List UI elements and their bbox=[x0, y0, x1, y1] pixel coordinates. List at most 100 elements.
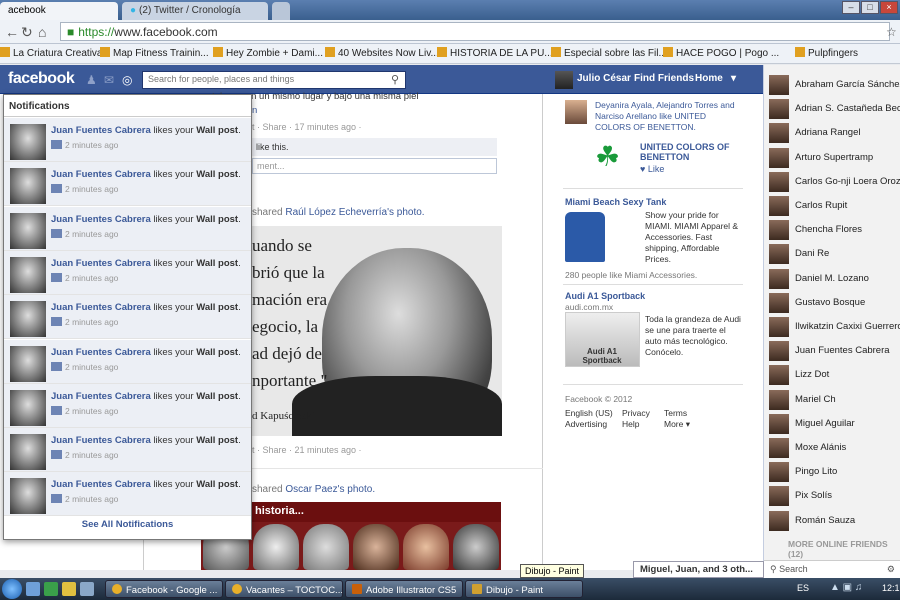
messages-icon[interactable]: ✉ bbox=[104, 73, 114, 87]
taskbar-item[interactable]: Adobe Illustrator CS5 bbox=[345, 580, 463, 598]
notification-item[interactable]: Juan Fuentes Cabrera likes your Wall pos… bbox=[4, 383, 251, 428]
profile-link[interactable]: Julio César bbox=[577, 73, 631, 84]
chat-friend-item[interactable]: Pix Solís bbox=[769, 486, 899, 508]
chat-friend-item[interactable]: Chencha Flores bbox=[769, 220, 899, 242]
post-actions[interactable]: t · Share · 21 minutes ago · bbox=[252, 445, 362, 455]
bookmark-item[interactable]: Pulpfingers bbox=[795, 47, 858, 59]
like-button[interactable]: ♥ Like bbox=[640, 164, 664, 174]
post-link[interactable]: n bbox=[252, 105, 257, 116]
more-online-friends[interactable]: MORE ONLINE FRIENDS (12) bbox=[788, 539, 900, 559]
chat-friend-item[interactable]: Román Sauza bbox=[769, 510, 899, 533]
star-icon[interactable]: ☆ bbox=[886, 23, 897, 41]
shared-person-link[interactable]: Oscar Paez bbox=[285, 484, 337, 495]
notification-item[interactable]: Juan Fuentes Cabrera likes your Wall pos… bbox=[4, 472, 251, 517]
tray-icons[interactable]: ▲ ▣ ♫ bbox=[830, 582, 862, 593]
help-link[interactable]: Help bbox=[622, 419, 639, 430]
chat-friend-item[interactable]: Mariel Ch bbox=[769, 389, 899, 412]
notification-item[interactable]: Juan Fuentes Cabrera likes your Wall pos… bbox=[4, 118, 251, 162]
gear-icon[interactable]: ⚙ bbox=[887, 564, 895, 575]
avatar bbox=[10, 434, 46, 471]
address-bar[interactable]: ■ https://www.facebook.com bbox=[60, 22, 890, 41]
chat-friend-item[interactable]: Dani Re bbox=[769, 244, 899, 266]
tab-twitter[interactable]: ● (2) Twitter / Cronología bbox=[122, 2, 268, 20]
chat-friend-item[interactable]: Daniel M. Lozano bbox=[769, 268, 899, 291]
chat-friend-item[interactable]: Juan Fuentes Cabrera bbox=[769, 341, 899, 363]
ad-image[interactable]: Audi A1 Sportback bbox=[565, 312, 640, 367]
more-link[interactable]: More ▾ bbox=[664, 419, 690, 430]
notification-item[interactable]: Juan Fuentes Cabrera likes your Wall pos… bbox=[4, 295, 251, 340]
taskbar-item[interactable]: Dibujo - Paint bbox=[465, 580, 583, 598]
see-all-notifications-link[interactable]: See All Notifications bbox=[4, 519, 251, 530]
shared-photo[interactable]: uando se brió que la mación era egocio, … bbox=[252, 226, 502, 436]
bookmark-item[interactable]: Map Fitness Trainin... bbox=[100, 47, 209, 59]
close-window-button[interactable]: × bbox=[880, 1, 898, 14]
privacy-link[interactable]: Privacy bbox=[622, 408, 650, 419]
shared-person-link[interactable]: Raúl López Echeverría bbox=[285, 207, 387, 218]
chat-friend-item[interactable]: Abraham García Sánchez bbox=[769, 75, 900, 97]
notification-item[interactable]: Juan Fuentes Cabrera likes your Wall pos… bbox=[4, 250, 251, 295]
chat-friend-item[interactable]: Arturo Supertramp bbox=[769, 147, 899, 170]
app-icon[interactable] bbox=[80, 582, 94, 596]
taskbar-item[interactable]: Facebook - Google ... bbox=[105, 580, 223, 598]
ad-title[interactable]: Audi A1 Sportback bbox=[565, 291, 645, 301]
bookmark-item[interactable]: 40 Websites Now Liv... bbox=[325, 47, 439, 59]
language-indicator[interactable]: ES bbox=[797, 583, 809, 593]
notification-item[interactable]: Juan Fuentes Cabrera likes your Wall pos… bbox=[4, 428, 251, 473]
taskbar-item[interactable]: Vacantes – TOCTOC... bbox=[225, 580, 343, 598]
chat-friend-item[interactable]: Pingo Lito bbox=[769, 462, 899, 484]
notifications-icon[interactable]: ◎ bbox=[122, 73, 132, 87]
comment-input[interactable]: ment... bbox=[252, 158, 497, 174]
friend-requests-icon[interactable]: ♟ bbox=[86, 73, 97, 87]
find-friends-link[interactable]: Find Friends bbox=[634, 73, 694, 84]
account-menu-icon[interactable]: ▾ bbox=[731, 73, 736, 84]
ad-image[interactable] bbox=[565, 212, 605, 262]
chat-friend-item[interactable]: Carlos Go-nji Loera Orozco bbox=[769, 171, 900, 194]
chat-tab[interactable]: Miguel, Juan, and 3 oth... bbox=[633, 561, 764, 578]
notification-item[interactable]: Juan Fuentes Cabrera likes your Wall pos… bbox=[4, 206, 251, 251]
start-button[interactable] bbox=[2, 579, 22, 599]
chat-friend-item[interactable]: Carlos Rupit bbox=[769, 196, 899, 218]
home-link[interactable]: Home bbox=[695, 73, 723, 84]
maximize-button[interactable]: □ bbox=[861, 1, 879, 14]
chat-search-input[interactable]: ⚲ Search ⚙ bbox=[764, 560, 900, 578]
post-actions[interactable]: t · Share · 17 minutes ago · bbox=[252, 122, 362, 132]
chat-friend-name: Abraham García Sánchez bbox=[795, 79, 900, 90]
back-icon[interactable]: ← bbox=[5, 23, 19, 41]
chat-friend-item[interactable]: Ilwikatzin Caxixi Guerrero bbox=[769, 317, 900, 339]
ad-title[interactable]: Miami Beach Sexy Tank bbox=[565, 197, 666, 207]
home-icon[interactable]: ⌂ bbox=[38, 23, 46, 41]
photo-link[interactable]: 's photo. bbox=[338, 484, 376, 495]
facebook-logo[interactable]: facebook bbox=[8, 70, 75, 88]
page-name[interactable]: UNITED COLORS OF BENETTON bbox=[640, 142, 740, 162]
language-link[interactable]: English (US) bbox=[565, 408, 613, 419]
clock[interactable]: 12:17 bbox=[882, 583, 900, 593]
new-tab-button[interactable] bbox=[272, 2, 290, 20]
reload-icon[interactable]: ↻ bbox=[21, 23, 33, 41]
notification-item[interactable]: Juan Fuentes Cabrera likes your Wall pos… bbox=[4, 339, 251, 384]
chat-friend-item[interactable]: Moxe Alánis bbox=[769, 438, 899, 460]
search-input[interactable]: Search for people, places and things bbox=[142, 71, 406, 89]
chat-friend-item[interactable]: Gustavo Bosque bbox=[769, 292, 899, 315]
tab-facebook[interactable]: acebook bbox=[0, 2, 118, 20]
chat-friend-item[interactable]: Adriana Rangel bbox=[769, 123, 899, 145]
avatar[interactable] bbox=[555, 71, 573, 89]
notification-text: Juan Fuentes Cabrera likes your Wall pos… bbox=[51, 213, 241, 225]
folder-icon[interactable] bbox=[62, 582, 76, 596]
chat-friend-item[interactable]: Lizz Dot bbox=[769, 365, 899, 387]
chat-friend-item[interactable]: Adrian S. Castañeda Becerra bbox=[769, 99, 900, 121]
advertising-link[interactable]: Advertising bbox=[565, 419, 607, 430]
search-icon[interactable]: ⚲ bbox=[391, 73, 399, 86]
photo-link[interactable]: 's photo. bbox=[387, 207, 425, 218]
bookmark-item[interactable]: HACE POGO | Pogo ... bbox=[663, 47, 779, 59]
bookmark-item[interactable]: HISTORIA DE LA PU... bbox=[437, 47, 553, 59]
terms-link[interactable]: Terms bbox=[664, 408, 687, 419]
chat-friend-item[interactable]: Miguel Aguilar bbox=[769, 413, 899, 436]
notification-item[interactable]: Juan Fuentes Cabrera likes your Wall pos… bbox=[4, 162, 251, 207]
browser-icon[interactable] bbox=[44, 582, 58, 596]
bookmark-item[interactable]: La Criatura Creativa bbox=[0, 47, 102, 59]
avatar[interactable] bbox=[565, 100, 587, 124]
desktop-icon[interactable] bbox=[26, 582, 40, 596]
minimize-button[interactable]: – bbox=[842, 1, 860, 14]
bookmark-item[interactable]: Especial sobre las Fil... bbox=[551, 47, 667, 59]
bookmark-item[interactable]: Hey Zombie + Dami... bbox=[213, 47, 323, 59]
